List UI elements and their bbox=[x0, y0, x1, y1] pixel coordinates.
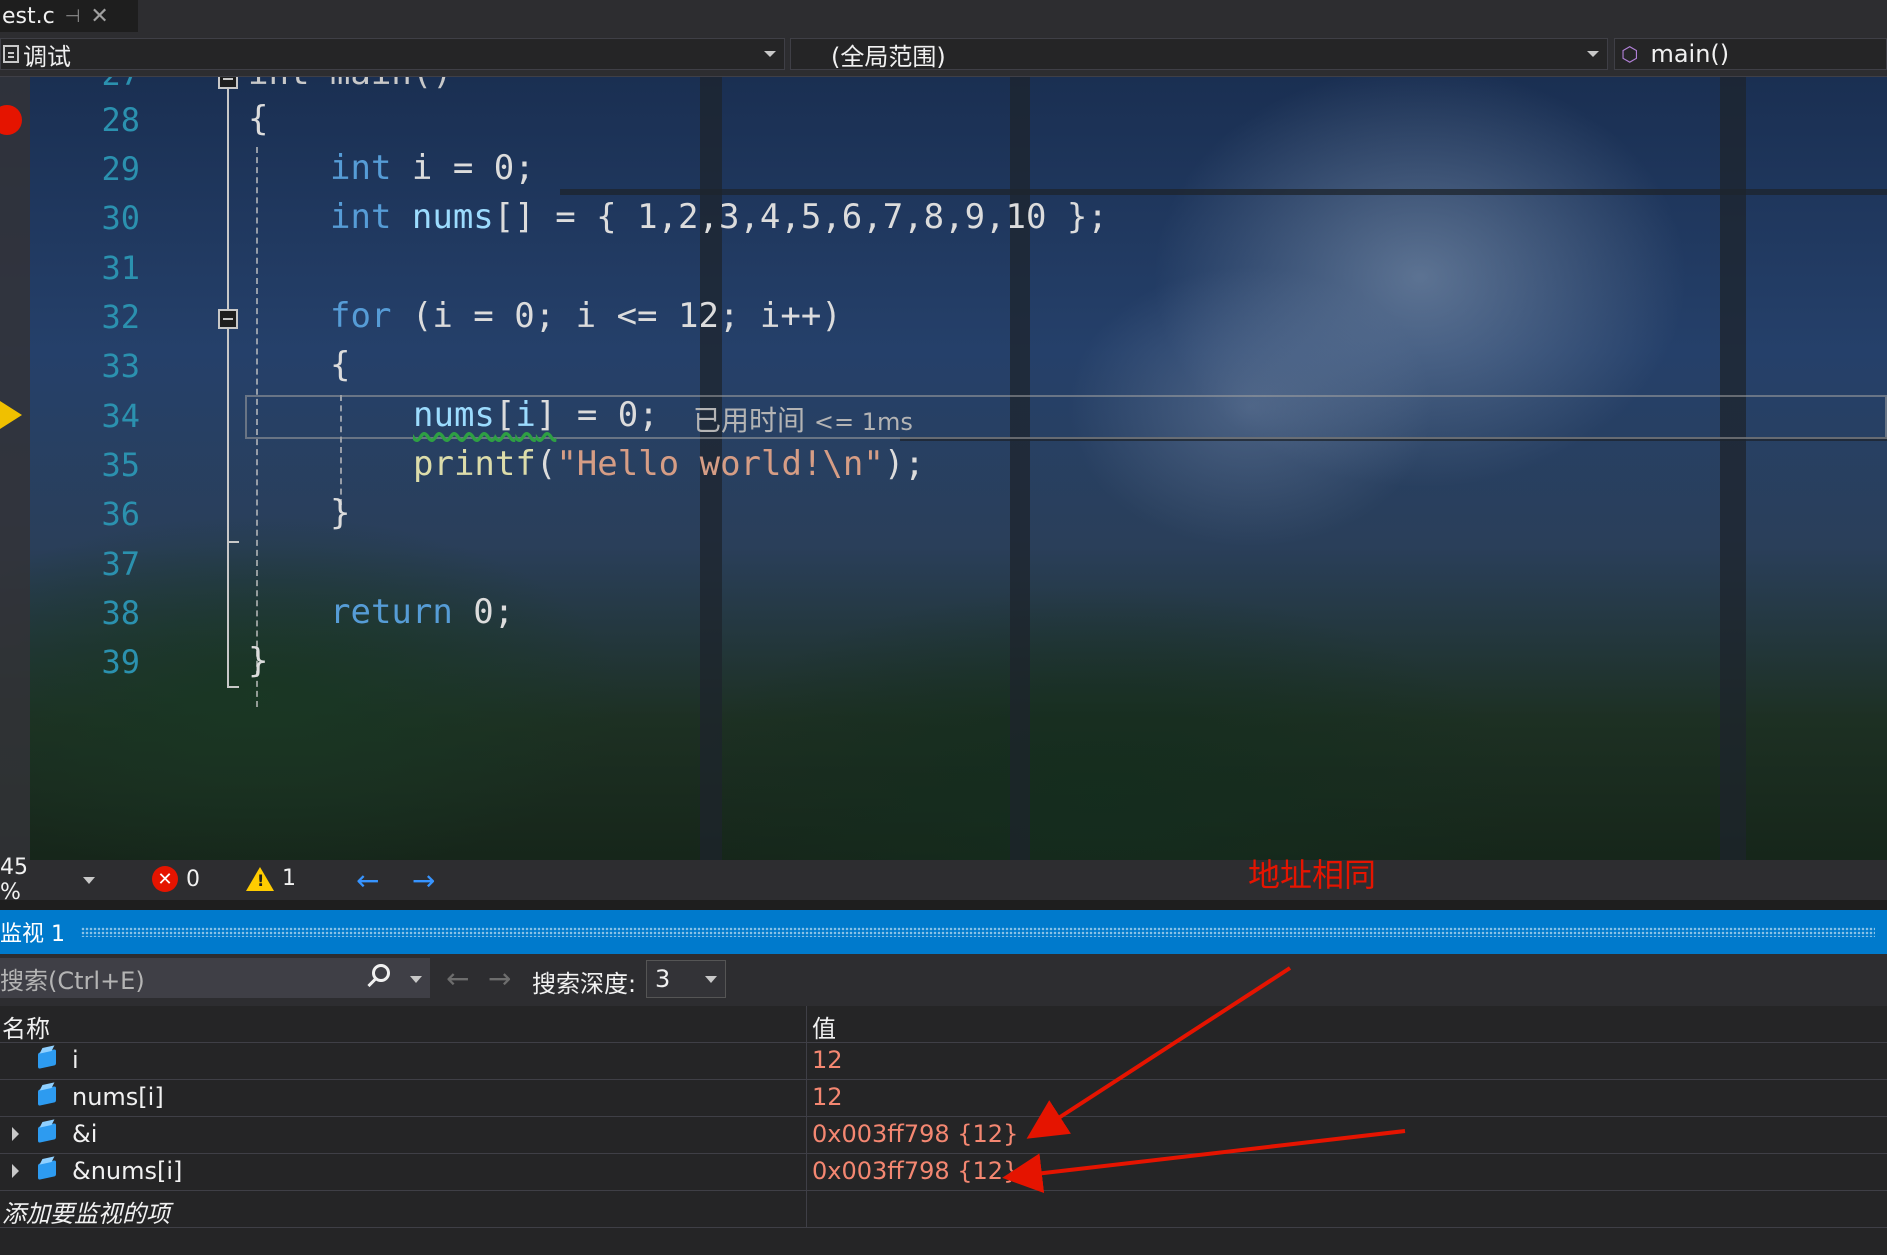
annotation-arrows bbox=[1002, 966, 1406, 1194]
annotation-arrow bbox=[1026, 966, 1292, 1139]
annotation-arrow bbox=[1002, 1129, 1406, 1194]
